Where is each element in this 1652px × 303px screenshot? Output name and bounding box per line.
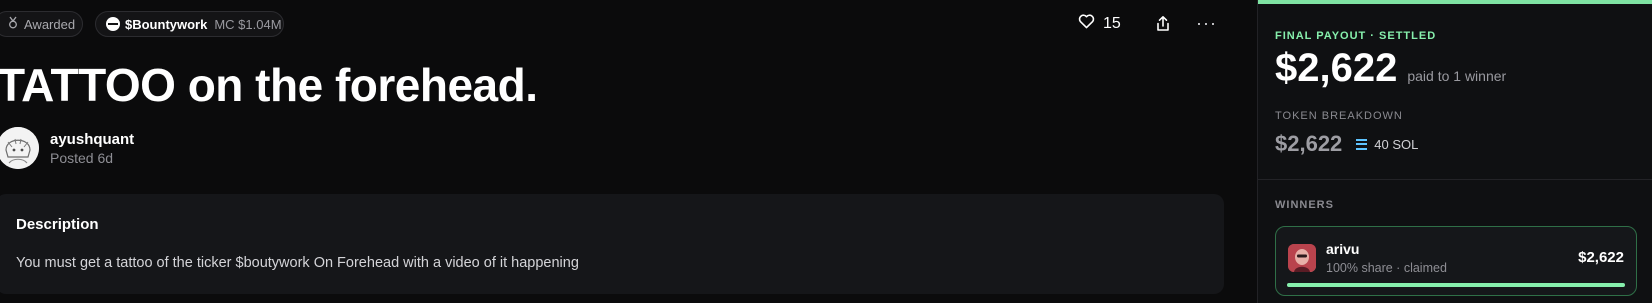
payout-status-label: FINAL PAYOUT · SETTLED	[1275, 30, 1437, 42]
token-badge[interactable]: $Bountywork MC $1.04M	[95, 11, 284, 37]
payout-amount: $2,622	[1275, 46, 1398, 90]
description-card: Description You must get a tattoo of the…	[0, 194, 1224, 294]
author-name[interactable]: ayushquant	[50, 131, 134, 148]
payout-summary: $2,622 paid to 1 winner	[1275, 46, 1506, 91]
market-cap: MC $1.04M	[214, 16, 282, 32]
panel-divider	[1258, 179, 1652, 180]
winner-name[interactable]: arivu	[1326, 241, 1359, 257]
solana-icon	[1356, 138, 1368, 150]
coin-icon	[106, 17, 120, 31]
token-amount-label: 40 SOL	[1374, 136, 1419, 152]
share-icon[interactable]	[1155, 15, 1171, 37]
awarded-badge[interactable]: Awarded	[0, 11, 83, 37]
winner-share-bar-fill	[1287, 283, 1625, 287]
page-title: TATTOO on the forehead.	[0, 59, 538, 111]
bounty-main: Awarded $Bountywork MC $1.04M 15 ··· TAT…	[0, 0, 1240, 303]
post-actions: 15 ···	[1078, 11, 1216, 37]
description-body: You must get a tattoo of the ticker $bou…	[16, 255, 579, 271]
winner-card[interactable]: arivu 100% share · claimed $2,622	[1275, 226, 1637, 296]
payout-subtext: paid to 1 winner	[1407, 68, 1507, 84]
description-heading: Description	[16, 216, 99, 233]
token-breakdown: $2,622 40 SOL	[1275, 131, 1418, 157]
token-ticker: $Bountywork	[125, 16, 208, 32]
panel-accent-bar	[1258, 0, 1652, 4]
medal-icon	[7, 16, 19, 32]
breakdown-amount: $2,622	[1275, 131, 1343, 156]
winners-heading: WINNERS	[1275, 199, 1334, 211]
posted-time: Posted 6d	[50, 149, 114, 166]
token-amount: 40 SOL	[1356, 137, 1418, 152]
like-button[interactable]: 15	[1078, 14, 1121, 34]
like-count: 15	[1103, 15, 1121, 32]
bounty-page: Awarded $Bountywork MC $1.04M 15 ··· TAT…	[0, 0, 1652, 303]
winner-share: 100% share · claimed	[1326, 261, 1447, 275]
author-row[interactable]: ayushquant Posted 6d	[0, 127, 134, 169]
token-breakdown-label: TOKEN BREAKDOWN	[1275, 110, 1403, 122]
awarded-badge-label: Awarded	[24, 16, 76, 32]
winner-share-bar	[1287, 283, 1625, 287]
author-meta: ayushquant Posted 6d	[50, 131, 134, 166]
payout-panel: FINAL PAYOUT · SETTLED $2,622 paid to 1 …	[1257, 0, 1652, 303]
heart-icon	[1078, 14, 1095, 34]
more-icon[interactable]: ···	[1196, 13, 1217, 34]
winner-avatar[interactable]	[1288, 244, 1316, 272]
avatar[interactable]	[0, 127, 39, 169]
winner-amount: $2,622	[1578, 249, 1624, 266]
